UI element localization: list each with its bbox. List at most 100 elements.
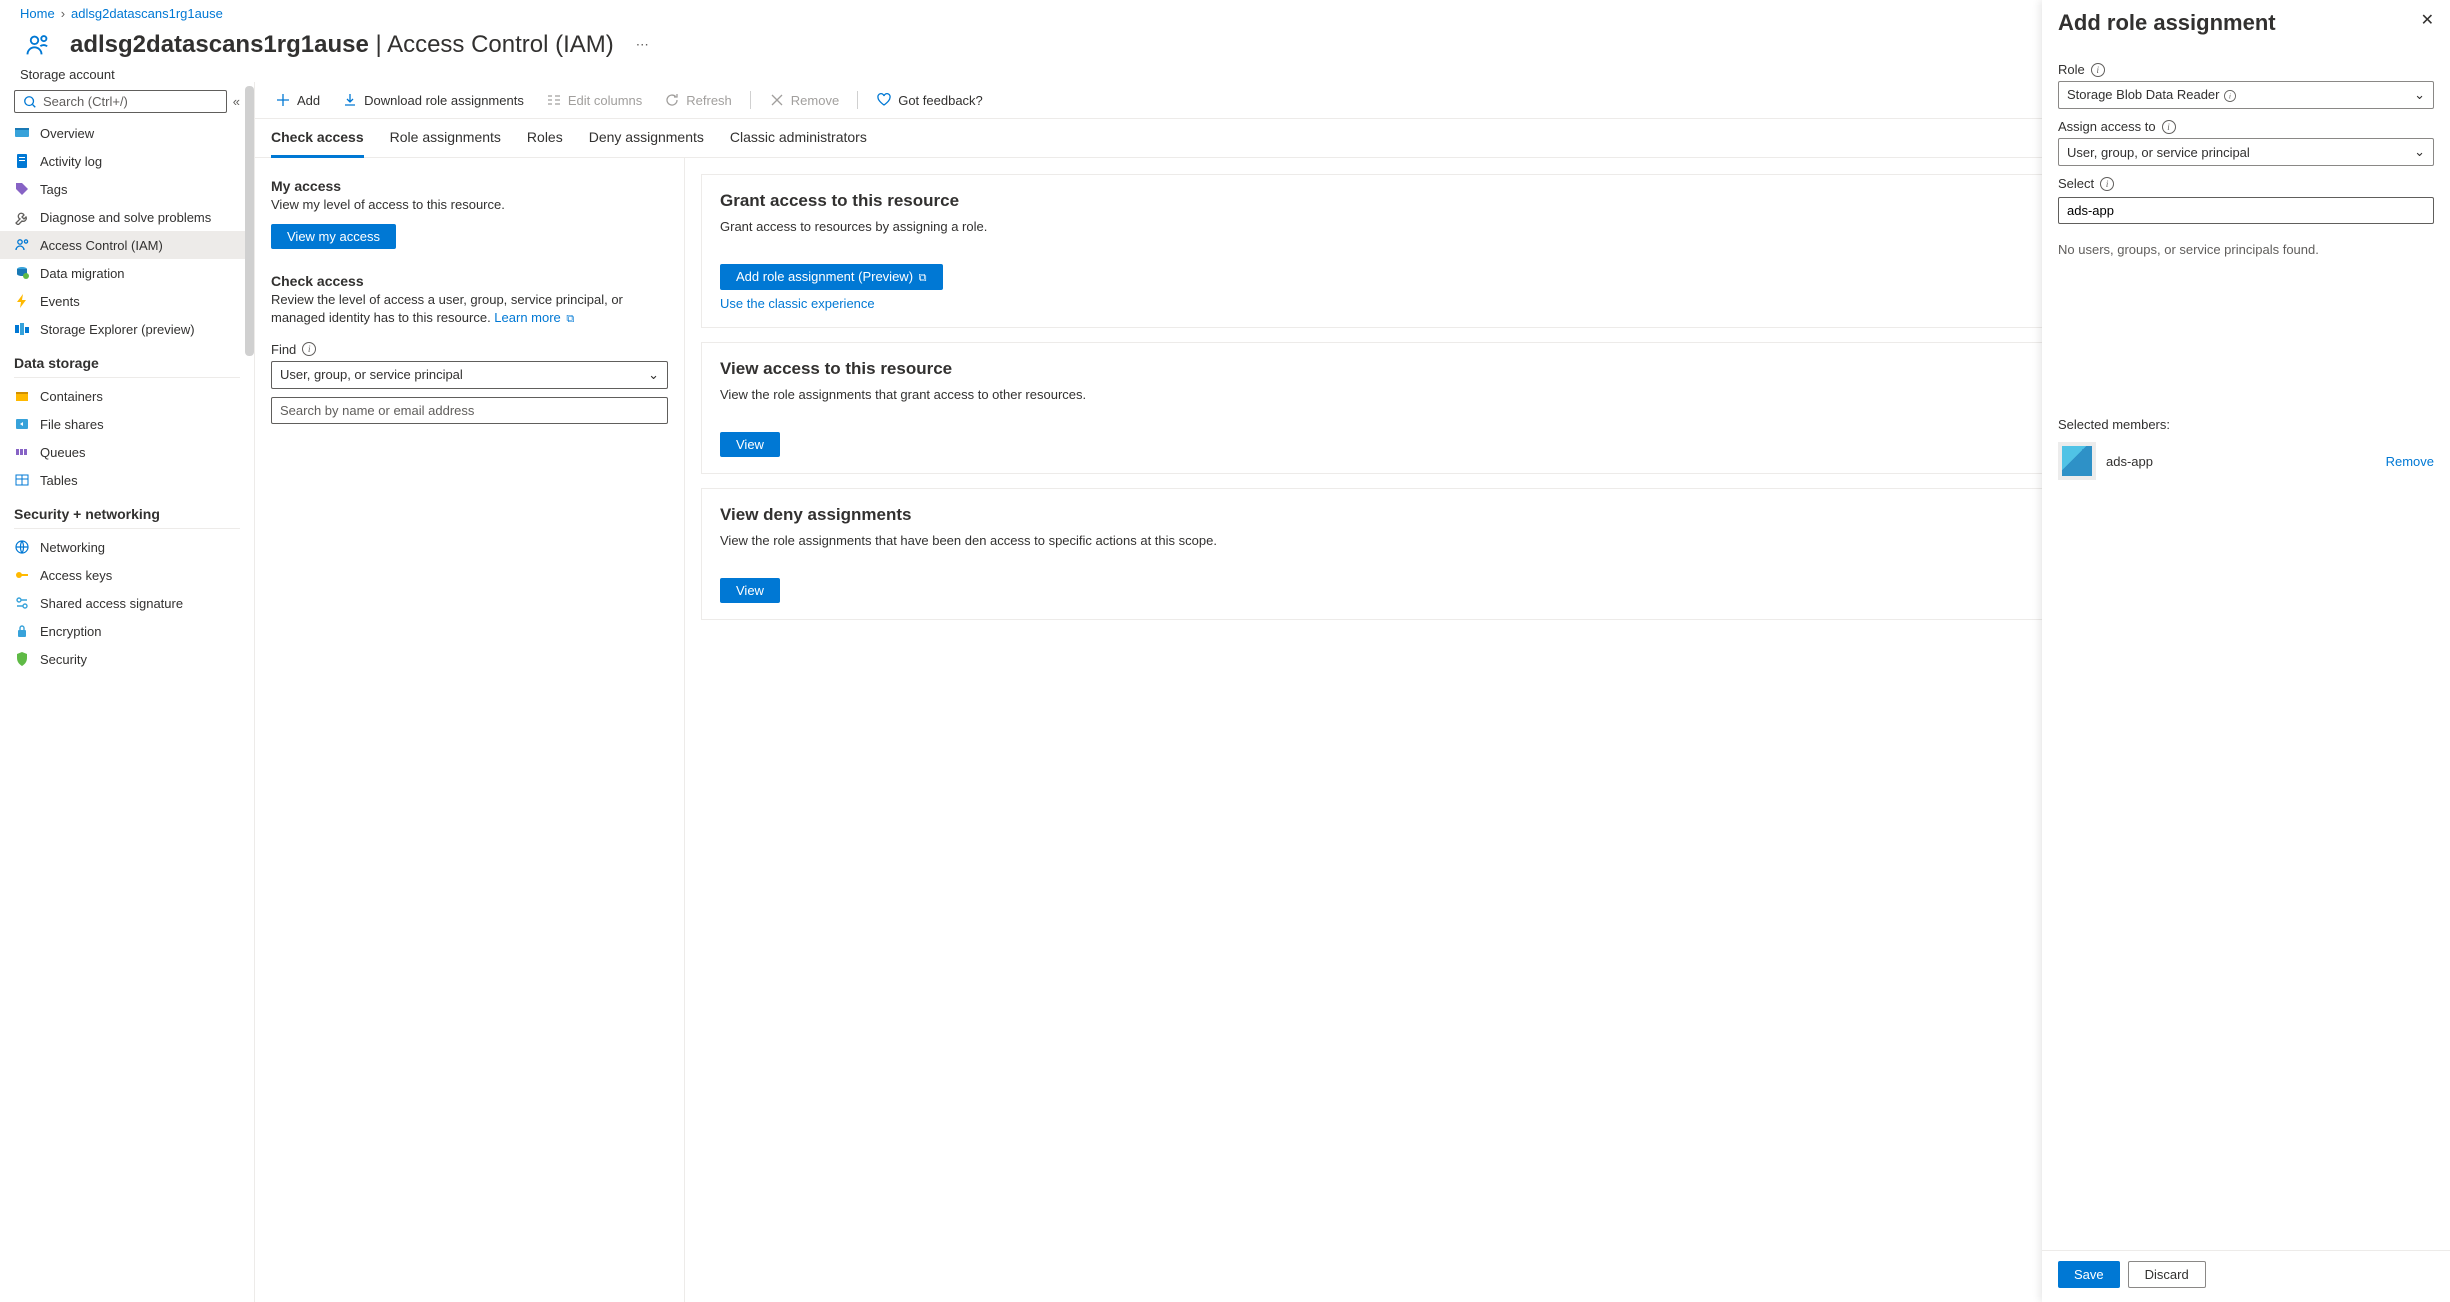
role-label: Role <box>2058 62 2085 77</box>
add-button[interactable]: Add <box>267 88 328 112</box>
find-select[interactable]: User, group, or service principal⌄ <box>271 361 668 389</box>
sidebar-item-queues[interactable]: Queues <box>0 438 254 466</box>
role-select[interactable]: Storage Blob Data Reader i⌄ <box>2058 81 2434 109</box>
external-icon: ⧉ <box>566 313 574 325</box>
view-my-access-button[interactable]: View my access <box>271 224 396 249</box>
log-icon <box>14 153 30 169</box>
assign-select[interactable]: User, group, or service principal⌄ <box>2058 138 2434 166</box>
my-access-desc: View my level of access to this resource… <box>271 196 668 214</box>
wrench-icon <box>14 209 30 225</box>
remove-button[interactable]: Remove <box>761 88 847 112</box>
sidebar-item-access-control[interactable]: Access Control (IAM) <box>0 231 254 259</box>
info-icon[interactable]: i <box>2100 177 2114 191</box>
chevron-right-icon: › <box>61 6 65 21</box>
remove-member-link[interactable]: Remove <box>2386 454 2434 469</box>
sidebar-item-tables[interactable]: Tables <box>0 466 254 494</box>
breadcrumb-home[interactable]: Home <box>20 6 55 21</box>
my-access-heading: My access <box>271 178 668 194</box>
panel-title: Add role assignment <box>2058 10 2276 36</box>
use-classic-link[interactable]: Use the classic experience <box>720 296 875 311</box>
container-icon <box>14 388 30 404</box>
view-access-button[interactable]: View <box>720 432 780 457</box>
refresh-icon <box>664 92 680 108</box>
sidebar-item-diagnose[interactable]: Diagnose and solve problems <box>0 203 254 231</box>
info-icon[interactable]: i <box>2091 63 2105 77</box>
people-icon <box>14 237 30 253</box>
assign-label: Assign access to <box>2058 119 2156 134</box>
more-button[interactable]: ⋯ <box>636 37 649 53</box>
search-icon <box>23 95 37 109</box>
sidebar-item-tags[interactable]: Tags <box>0 175 254 203</box>
sidebar-item-overview[interactable]: Overview <box>0 119 254 147</box>
shield-icon <box>14 651 30 667</box>
view-deny-button[interactable]: View <box>720 578 780 603</box>
sidebar-section-storage: Data storage <box>0 343 254 375</box>
add-role-assignment-panel: Add role assignment ✕ Rolei Storage Blob… <box>2042 0 2450 1302</box>
feedback-button[interactable]: Got feedback? <box>868 88 991 112</box>
scrollbar[interactable] <box>245 86 254 356</box>
tab-check-access[interactable]: Check access <box>271 129 364 158</box>
tab-role-assignments[interactable]: Role assignments <box>390 129 501 157</box>
lock-icon <box>14 623 30 639</box>
chevron-down-icon: ⌄ <box>2414 87 2425 103</box>
sidebar-item-networking[interactable]: Networking <box>0 533 254 561</box>
table-icon <box>14 472 30 488</box>
check-access-desc: Review the level of access a user, group… <box>271 291 668 328</box>
tab-classic-administrators[interactable]: Classic administrators <box>730 129 867 157</box>
sidebar-item-storage-explorer[interactable]: Storage Explorer (preview) <box>0 315 254 343</box>
migration-icon <box>14 265 30 281</box>
sidebar-section-security: Security + networking <box>0 494 254 526</box>
sidebar-item-containers[interactable]: Containers <box>0 382 254 410</box>
sas-icon <box>14 595 30 611</box>
download-icon <box>342 92 358 108</box>
member-name: ads-app <box>2106 454 2153 469</box>
info-icon[interactable]: i <box>302 342 316 356</box>
save-button[interactable]: Save <box>2058 1261 2120 1288</box>
chevron-down-icon: ⌄ <box>2414 144 2425 160</box>
selected-member-row: ads-app Remove <box>2058 432 2434 490</box>
plus-icon <box>275 92 291 108</box>
external-icon: ⧉ <box>919 272 927 284</box>
globe-icon <box>14 539 30 555</box>
find-label: Find <box>271 342 296 357</box>
explorer-icon <box>14 321 30 337</box>
iam-icon <box>20 27 56 63</box>
app-avatar-icon <box>2058 442 2096 480</box>
info-icon[interactable]: i <box>2224 90 2236 102</box>
chevron-down-icon: ⌄ <box>648 367 659 383</box>
sidebar-search-input[interactable]: Search (Ctrl+/) <box>14 90 227 113</box>
check-access-heading: Check access <box>271 273 668 289</box>
discard-button[interactable]: Discard <box>2128 1261 2206 1288</box>
page-title: adlsg2datascans1rg1ause | Access Control… <box>70 31 614 59</box>
selected-members-heading: Selected members: <box>2058 417 2434 432</box>
sidebar-item-sas[interactable]: Shared access signature <box>0 589 254 617</box>
select-input[interactable] <box>2058 197 2434 224</box>
close-panel-button[interactable]: ✕ <box>2421 10 2434 30</box>
find-search-input[interactable] <box>271 397 668 424</box>
info-icon[interactable]: i <box>2162 120 2176 134</box>
key-icon <box>14 567 30 583</box>
no-results-text: No users, groups, or service principals … <box>2058 224 2434 257</box>
sidebar-item-encryption[interactable]: Encryption <box>0 617 254 645</box>
tab-roles[interactable]: Roles <box>527 129 563 157</box>
refresh-button[interactable]: Refresh <box>656 88 740 112</box>
sidebar-item-activity-log[interactable]: Activity log <box>0 147 254 175</box>
learn-more-link[interactable]: Learn more ⧉ <box>494 310 574 325</box>
heart-icon <box>876 92 892 108</box>
sidebar-item-file-shares[interactable]: File shares <box>0 410 254 438</box>
download-button[interactable]: Download role assignments <box>334 88 532 112</box>
sidebar-item-data-migration[interactable]: Data migration <box>0 259 254 287</box>
collapse-sidebar-button[interactable]: « <box>233 94 240 109</box>
columns-icon <box>546 92 562 108</box>
sidebar-item-events[interactable]: Events <box>0 287 254 315</box>
fileshare-icon <box>14 416 30 432</box>
breadcrumb-resource[interactable]: adlsg2datascans1rg1ause <box>71 6 223 21</box>
tab-deny-assignments[interactable]: Deny assignments <box>589 129 704 157</box>
sidebar-item-access-keys[interactable]: Access keys <box>0 561 254 589</box>
sidebar-item-security[interactable]: Security <box>0 645 254 673</box>
add-role-assignment-button[interactable]: Add role assignment (Preview) ⧉ <box>720 264 943 290</box>
edit-columns-button[interactable]: Edit columns <box>538 88 650 112</box>
x-icon <box>769 92 785 108</box>
select-label: Select <box>2058 176 2094 191</box>
tag-icon <box>14 181 30 197</box>
